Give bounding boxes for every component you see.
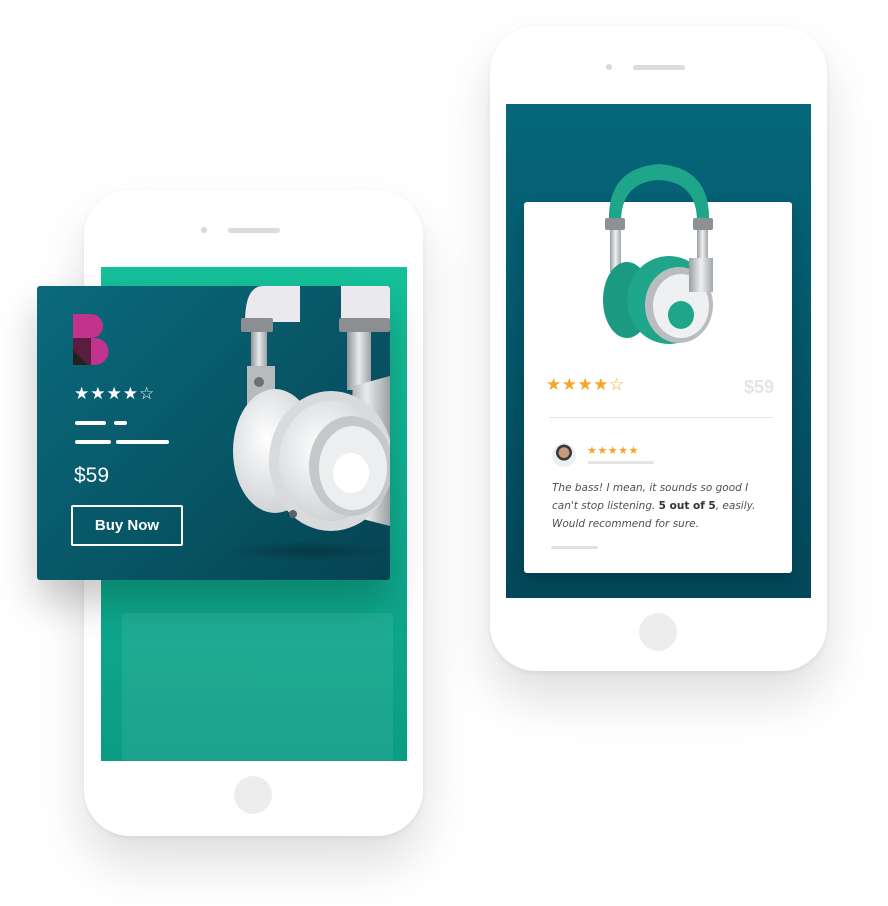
- home-button[interactable]: [639, 613, 677, 651]
- white-headphones-image: [233, 286, 390, 531]
- text-placeholder-bar: [551, 546, 598, 549]
- content-placeholder: [122, 613, 393, 761]
- text-placeholder-bar: [75, 421, 106, 425]
- divider: [549, 417, 773, 418]
- buy-now-button[interactable]: Buy Now: [71, 505, 183, 546]
- reviewer-name-placeholder: [588, 461, 654, 464]
- camera-icon: [201, 227, 207, 233]
- product-card: ★★★★☆ $59 Buy Now: [37, 286, 390, 580]
- home-button[interactable]: [234, 776, 272, 814]
- product-price: $59: [743, 377, 774, 397]
- review-text: The bass! I mean, it sounds so good I ca…: [552, 482, 756, 530]
- speaker-icon: [228, 228, 280, 233]
- reviewer-avatar-icon: [552, 443, 576, 467]
- review-stars: ★★★★★: [587, 444, 639, 457]
- teal-headphones-image: [603, 164, 713, 344]
- text-placeholder-bar: [75, 440, 111, 444]
- speaker-icon: [633, 65, 685, 70]
- text-placeholder-bar: [114, 421, 127, 425]
- text-placeholder-bar: [116, 440, 169, 444]
- camera-icon: [606, 64, 612, 70]
- brand-logo-icon: [73, 314, 109, 365]
- product-price: $59: [74, 464, 110, 487]
- rating-stars: ★★★★☆: [546, 375, 625, 395]
- rating-stars: ★★★★☆: [74, 384, 156, 404]
